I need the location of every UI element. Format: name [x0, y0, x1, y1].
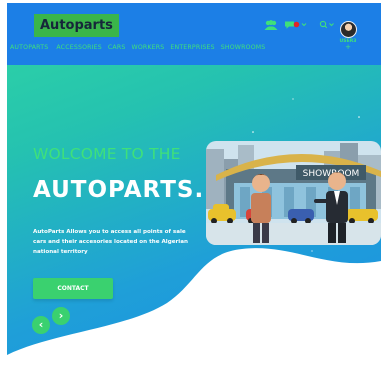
prev-arrow-button[interactable]: ‹	[32, 316, 50, 334]
contact-button[interactable]: CONTACT	[33, 278, 113, 299]
hero-welcome: WOLCOME TO THE	[33, 145, 181, 163]
showroom-illustration: SHOWROOM	[206, 141, 381, 245]
hero-description: AutoParts Allows you to access all point…	[33, 229, 188, 255]
page-frame: Autoparts AUTOPARTS ACCESSORIES CARS WORKER…	[7, 3, 381, 375]
next-arrow-button[interactable]: ›	[52, 307, 70, 325]
hero-title: AUTOPARTS.	[33, 177, 205, 203]
